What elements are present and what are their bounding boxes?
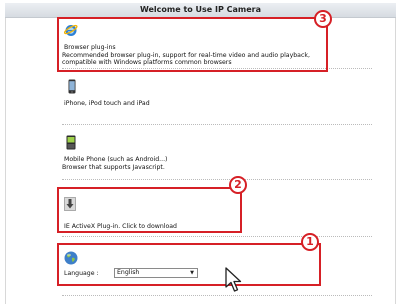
page-header: Welcome to Use IP Camera	[5, 3, 396, 18]
iphone-icon[interactable]	[68, 79, 76, 94]
step-badge-2-label: 2	[234, 178, 242, 191]
step-badge-1-label: 1	[306, 235, 314, 248]
mobile-phone-icon[interactable]	[66, 135, 76, 150]
step-badge-1: 1	[301, 233, 319, 251]
step-badge-2: 2	[229, 176, 247, 194]
page-frame: Welcome to Use IP Camera Browser plug-in…	[0, 0, 403, 304]
highlight-box-activex	[57, 187, 242, 233]
mobile-desc: Browser that supports Javascript.	[62, 164, 165, 171]
ios-title[interactable]: iPhone, iPod touch and iPad	[64, 100, 150, 107]
highlight-box-browser-plugin	[57, 17, 328, 72]
divider	[62, 179, 372, 180]
mouse-cursor-icon	[224, 266, 244, 294]
mobile-title[interactable]: Mobile Phone (such as Android...)	[64, 156, 167, 163]
step-badge-3-label: 3	[319, 12, 327, 25]
step-badge-3: 3	[314, 10, 332, 28]
divider	[62, 124, 372, 125]
divider	[62, 236, 372, 237]
highlight-box-language	[57, 243, 321, 286]
page-title: Welcome to Use IP Camera	[139, 5, 262, 14]
divider	[62, 295, 372, 296]
